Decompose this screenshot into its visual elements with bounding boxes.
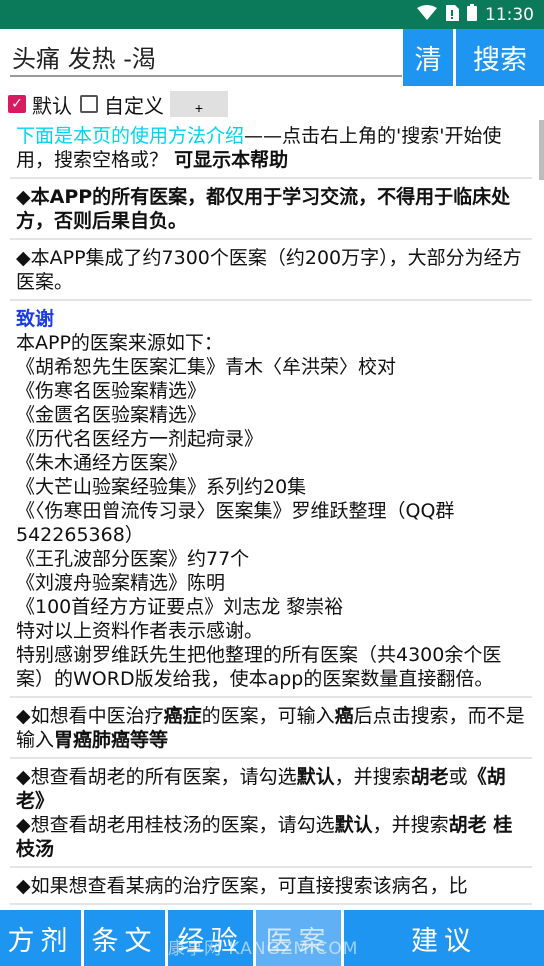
thanks-line: 《伤寒名医验案精选》 [16, 380, 207, 402]
tip-text: ◆如想看中医治疗 [16, 705, 164, 727]
tip-bold: 癌症 [163, 705, 202, 727]
summary-text: ◆本APP集成了约7300个医案（约200万字），大部分为经方医案。 [16, 247, 522, 293]
disclaimer-text: ◆本APP的所有医案，都仅用于学习交流，不得用于临床处方，否则后果自负。 [16, 186, 511, 232]
thanks-line: 《王孔波部分医案》约77个 [16, 548, 250, 570]
summary-block: ◆本APP集成了约7300个医案（约200万字），大部分为经方医案。 [10, 240, 532, 301]
tip-disease-block: ◆如果想查看某病的治疗医案，可直接搜索该病名，比 [10, 868, 532, 905]
nav-formulas[interactable]: 方剂 [0, 910, 81, 966]
thanks-line: 特别感谢罗维跃先生把他整理的所有医案（共4300余个医案）的WORD版发给我，使… [16, 644, 502, 690]
thanks-line: 《刘渡舟验案精选》陈明 [16, 572, 226, 594]
custom-checkbox[interactable] [80, 95, 98, 113]
tip-bold: 默认 [334, 814, 373, 836]
tip-text: ◆想查看胡老的所有医案，请勾选 [16, 766, 297, 788]
thanks-line: 特对以上资料作者表示感谢。 [16, 620, 264, 642]
no-sim-icon [445, 4, 459, 26]
custom-label: 自定义 [104, 93, 164, 118]
thanks-block: 致谢 本APP的医案来源如下： 《胡希恕先生医案汇集》青木〈牟洪荣〉校对 《伤寒… [10, 301, 532, 698]
scrollbar[interactable] [539, 120, 544, 180]
nav-suggestions[interactable]: 建议 [344, 910, 544, 966]
intro-block: 下面是本页的使用方法介绍——点击右上角的'搜索'开始使用，搜索空格或？ 可显示本… [10, 120, 532, 179]
tip-text: ，并搜索 [372, 814, 449, 836]
search-input[interactable] [10, 37, 402, 77]
intro-bold: 可显示本帮助 [174, 149, 289, 171]
nav-experience[interactable]: 经验 [168, 910, 253, 966]
help-content[interactable]: 下面是本页的使用方法介绍——点击右上角的'搜索'开始使用，搜索空格或？ 可显示本… [10, 120, 532, 910]
thanks-line: 《历代名医经方一剂起疴录》 [16, 428, 264, 450]
tip-text: 或 [448, 766, 468, 788]
thanks-title: 致谢 [16, 308, 55, 330]
intro-link[interactable]: 下面是本页的使用方法介绍 [16, 125, 244, 147]
tip-hulao-block: ◆想查看胡老的所有医案，请勾选默认，并搜索胡老或《胡老》 ◆想查看胡老用桂枝汤的… [10, 759, 532, 868]
thanks-line: 《〈伤寒田曾流传习录〉医案集》罗维跃整理（QQ群542265368） [16, 500, 455, 546]
thanks-line: 《胡希恕先生医案汇集》青木〈牟洪荣〉校对 [16, 356, 397, 378]
options-row: ✓ 默认 自定义 + [0, 89, 544, 119]
nav-clauses[interactable]: 条文 [84, 910, 165, 966]
thanks-line: 《朱木通经方医案》 [16, 452, 188, 474]
battery-icon [467, 4, 477, 26]
clear-button[interactable]: 清 [403, 29, 453, 86]
nav-cases[interactable]: 医案 [256, 910, 341, 966]
tip-bold: 癌 [334, 705, 354, 727]
tip-text: 的医案，可输入 [201, 705, 335, 727]
search-button[interactable]: 搜索 [456, 29, 544, 86]
tip-text: ，并搜索 [334, 766, 411, 788]
default-label: 默认 [32, 93, 72, 118]
tip-text: ◆如果想查看某病的治疗医案，可直接搜索该病名，比 [16, 875, 468, 897]
tip-bold: 胃癌肺癌等等 [54, 729, 169, 751]
wifi-icon [417, 4, 437, 26]
tip-cancer-block: ◆如想看中医治疗癌症的医案，可输入癌后点击搜索，而不是输入胃癌肺癌等等 [10, 698, 532, 759]
tip-bold: 胡老 [410, 766, 449, 788]
bottom-nav: 方剂 条文 经验 医案 建议 [0, 910, 544, 966]
thanks-line: 《金匮名医验案精选》 [16, 404, 207, 426]
thanks-line: 《大芒山验案经验集》系列约20集 [16, 476, 307, 498]
clock-time: 11:30 [485, 5, 534, 25]
status-bar: 11:30 [0, 0, 544, 29]
tip-bold: 默认 [296, 766, 335, 788]
default-checkbox[interactable]: ✓ [8, 95, 26, 113]
tip-text: ◆想查看胡老用桂枝汤的医案，请勾选 [16, 814, 335, 836]
thanks-line: 《100首经方方证要点》刘志龙 黎崇裕 [16, 596, 344, 618]
thanks-line: 本APP的医案来源如下： [16, 332, 223, 354]
extra-button[interactable]: + [170, 91, 228, 117]
disclaimer-block: ◆本APP的所有医案，都仅用于学习交流，不得用于临床处方，否则后果自负。 [10, 179, 532, 240]
search-row: 清 搜索 [0, 29, 544, 87]
